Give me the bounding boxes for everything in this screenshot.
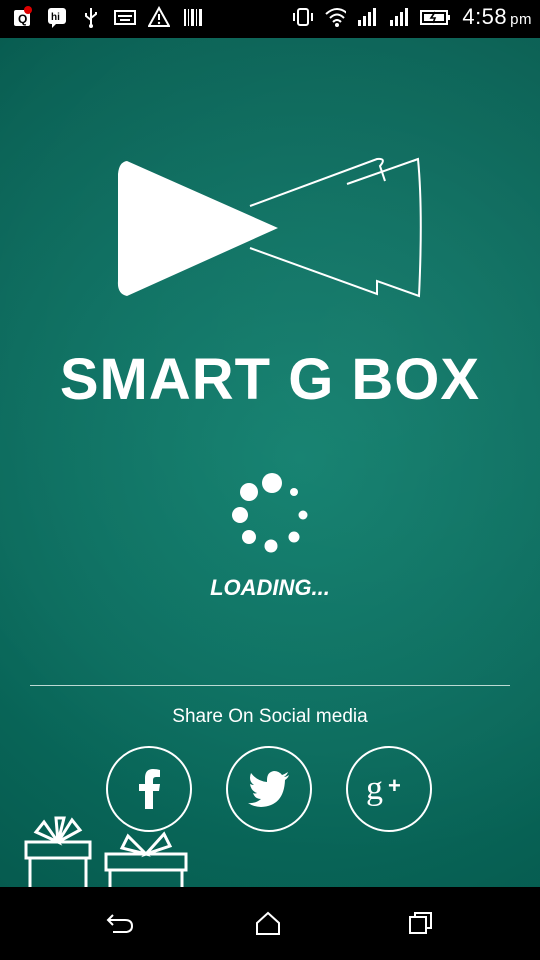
google-plus-icon: g + bbox=[366, 770, 401, 807]
status-bar-notifications: Q hi bbox=[12, 6, 204, 28]
home-icon bbox=[256, 911, 280, 935]
svg-text:Q: Q bbox=[18, 12, 27, 26]
svg-text:g: g bbox=[366, 770, 383, 807]
divider bbox=[30, 685, 510, 686]
loading-spinner bbox=[232, 473, 308, 553]
usb-icon bbox=[80, 6, 102, 28]
navigation-bar bbox=[0, 887, 540, 960]
q-notification-icon: Q bbox=[12, 6, 34, 28]
clock: 4:58 pm bbox=[462, 4, 532, 29]
status-bar-system: 4:58 pm bbox=[292, 4, 532, 30]
svg-text:+: + bbox=[388, 773, 401, 798]
home-button[interactable] bbox=[248, 905, 288, 941]
google-plus-button[interactable]: g + bbox=[346, 746, 432, 832]
hike-icon: hi bbox=[46, 6, 68, 28]
back-button[interactable] bbox=[100, 905, 140, 941]
vibrate-icon bbox=[292, 6, 314, 28]
twitter-icon bbox=[248, 771, 289, 807]
facebook-icon bbox=[139, 769, 160, 809]
loading-label: LOADING... bbox=[210, 575, 330, 600]
app-logo bbox=[117, 157, 422, 298]
gift-decoration bbox=[24, 816, 188, 887]
svg-text:hi: hi bbox=[51, 12, 60, 23]
signal-icon bbox=[388, 6, 410, 28]
warning-icon bbox=[148, 6, 170, 28]
battery-icon bbox=[420, 6, 452, 28]
signal-icon bbox=[356, 6, 378, 28]
status-bar: Q hi 4:58 pm bbox=[0, 0, 540, 38]
recents-button[interactable] bbox=[400, 905, 440, 941]
back-icon bbox=[106, 914, 134, 933]
splash-screen: SMART G BOX LOADING... Share On Social m… bbox=[0, 38, 540, 887]
app-title: SMART G BOX bbox=[59, 347, 481, 412]
wifi-icon bbox=[324, 6, 347, 28]
keyboard-icon bbox=[114, 6, 136, 28]
recents-icon bbox=[409, 912, 432, 934]
share-label: Share On Social media bbox=[172, 706, 368, 727]
barcode-icon bbox=[182, 6, 204, 28]
twitter-button[interactable] bbox=[226, 746, 312, 832]
